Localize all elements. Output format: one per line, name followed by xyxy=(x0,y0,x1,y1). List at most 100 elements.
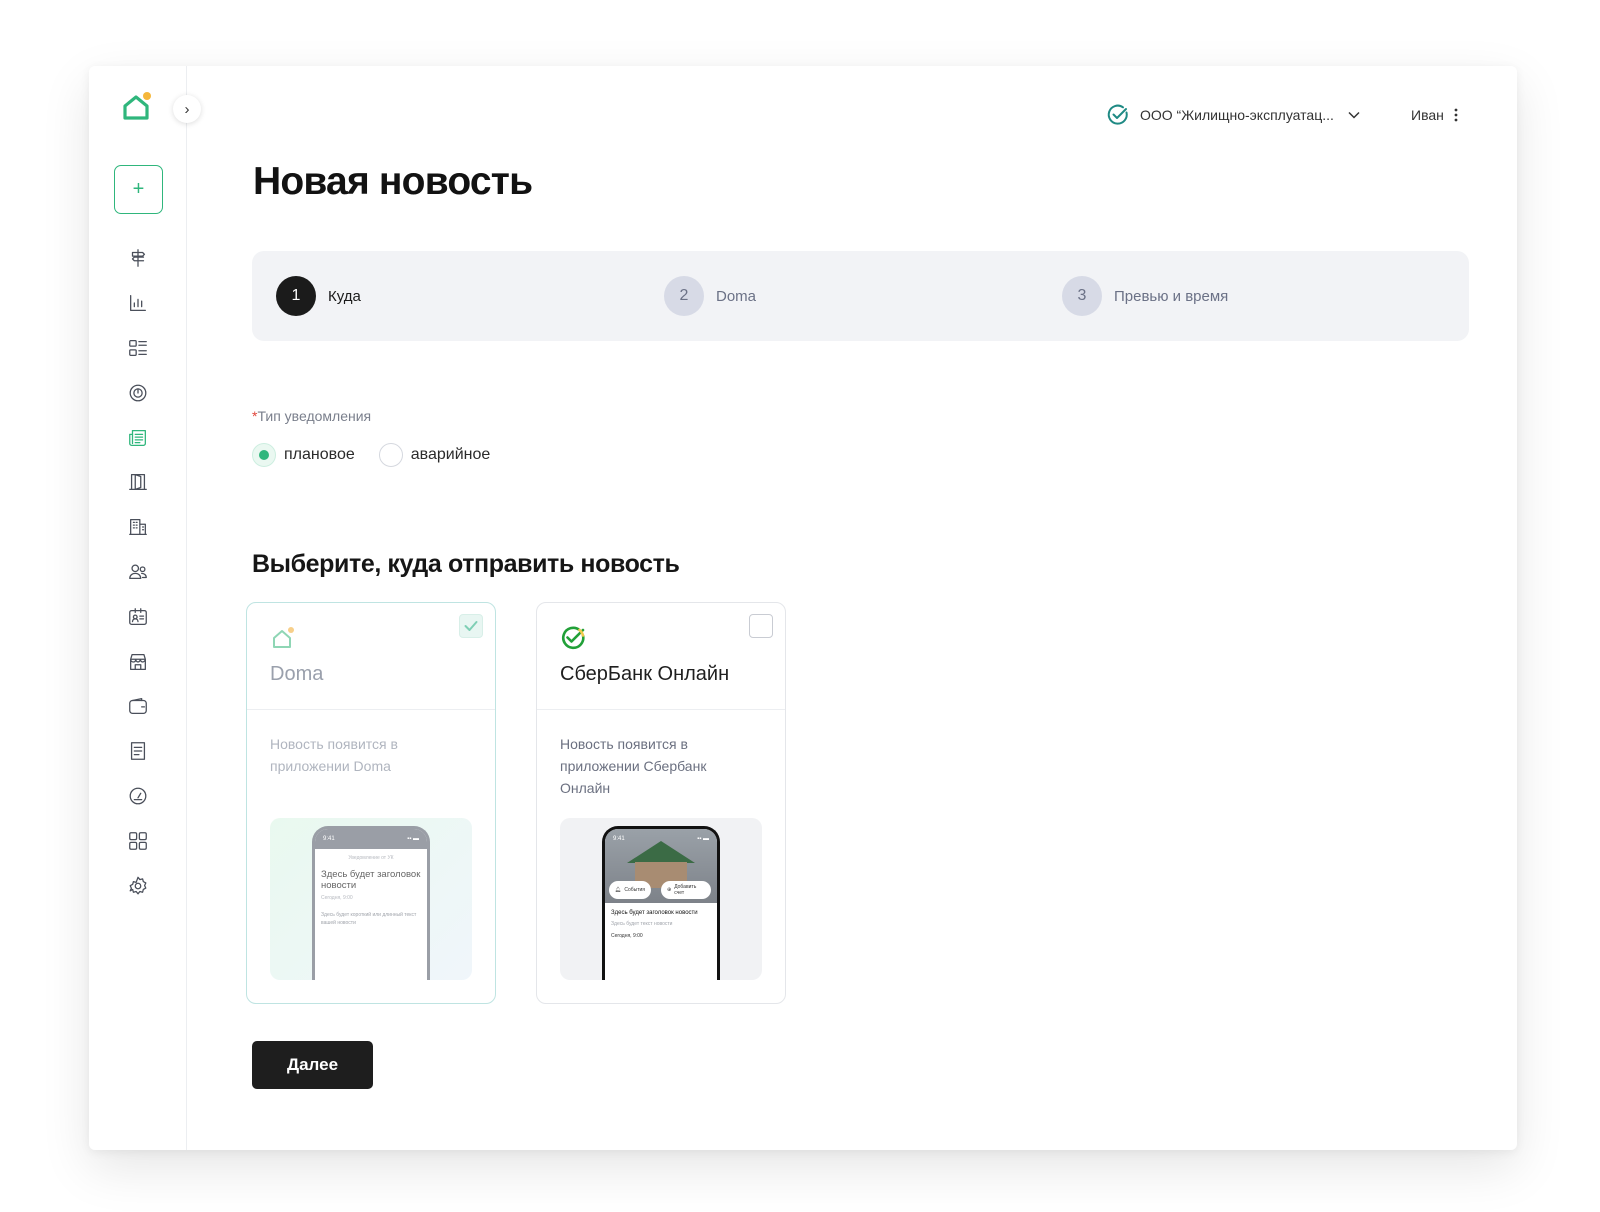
step-3[interactable]: 3 Превью и время xyxy=(1062,276,1228,316)
check-icon xyxy=(464,621,478,631)
sidebar-item-list[interactable] xyxy=(89,326,187,371)
doma-logo-icon xyxy=(273,627,294,648)
meter-icon xyxy=(129,384,147,402)
card-description: Новость появится в приложении Doma xyxy=(270,736,398,774)
sidebar-item-premises[interactable] xyxy=(89,460,187,505)
phone-body: Здесь будет короткий или длинный текст в… xyxy=(321,912,417,926)
plus-circle-icon: ⊕ xyxy=(667,887,672,893)
sidebar: › + xyxy=(89,66,201,1150)
card-checkbox[interactable] xyxy=(749,614,773,638)
phone-mockup: 9:41 ▪▪ ▬ 🔔︎ События ⊕ Добавить счет Зде… xyxy=(602,826,720,980)
phone-headline: Здесь будет заголовок новости xyxy=(321,869,421,891)
app-preview: 9:41 ▪▪ ▬ Уведомление от УК Здесь будет … xyxy=(270,818,472,980)
step-label: Превью и время xyxy=(1114,287,1229,305)
sidebar-item-residents[interactable] xyxy=(89,550,187,595)
signal-battery-icon: ▪▪ ▬ xyxy=(697,836,709,842)
radio-label: аварийное xyxy=(410,446,491,463)
building-icon xyxy=(129,519,147,536)
step-number: 1 xyxy=(276,276,316,316)
sidebar-item-buildings[interactable] xyxy=(89,505,187,550)
grid-icon xyxy=(129,831,147,850)
gear-icon xyxy=(129,876,147,894)
house-image: 9:41 ▪▪ ▬ 🔔︎ События ⊕ Добавить счет xyxy=(605,829,717,903)
check-circle-icon xyxy=(1107,104,1128,125)
phone-date: Сегодня, 9:00 xyxy=(611,933,643,939)
stepper: 1 Куда 2 Doma 3 Превью и время xyxy=(252,251,1469,341)
app-window: › + ООО “Жилищно-эксплуатац... Иван Нова… xyxy=(89,66,1517,1150)
wallet-icon xyxy=(129,698,147,715)
sber-logo-icon xyxy=(561,626,585,650)
phone-headline: Здесь будет заголовок новости xyxy=(611,910,698,916)
pill-label: Добавить счет xyxy=(674,884,697,896)
phone-date: Сегодня, 9:00 xyxy=(321,895,353,901)
chevron-down-icon xyxy=(1348,111,1360,119)
pill-label: События xyxy=(624,887,645,893)
document-icon xyxy=(130,742,146,761)
step-number: 2 xyxy=(664,276,704,316)
destination-card-doma[interactable]: Doma Новость появится в приложении Doma … xyxy=(246,602,496,1004)
user-name: Иван xyxy=(1411,107,1444,123)
card-title: СберБанк Онлайн xyxy=(560,663,730,685)
notification-type-radio-group: плановое аварийное xyxy=(252,443,490,467)
sidebar-item-meters[interactable] xyxy=(89,370,187,415)
organization-selector[interactable]: ООО “Жилищно-эксплуатац... xyxy=(1106,102,1360,128)
sidebar-item-news[interactable] xyxy=(89,415,187,460)
sidebar-item-readings[interactable] xyxy=(89,774,187,819)
card-header: СберБанк Онлайн xyxy=(537,603,785,710)
sidebar-item-payments[interactable] xyxy=(89,684,187,729)
sidebar-nav xyxy=(89,236,187,908)
signal-battery-icon: ▪▪ ▬ xyxy=(407,836,419,842)
phone-body: Здесь будет текст новости xyxy=(611,921,673,927)
destination-card-sber[interactable]: СберБанк Онлайн Новость появится в прило… xyxy=(536,602,786,1004)
radio-button[interactable] xyxy=(252,443,276,467)
step-2[interactable]: 2 Doma xyxy=(664,276,756,316)
phone-time: 9:41 xyxy=(613,836,625,842)
sidebar-item-marketplace[interactable] xyxy=(89,639,187,684)
phone-status-bar: 9:41 ▪▪ ▬ xyxy=(315,829,427,849)
step-label: Doma xyxy=(716,287,757,305)
list-icon xyxy=(129,340,147,356)
users-icon xyxy=(129,564,147,580)
add-account-pill: ⊕ Добавить счет xyxy=(661,881,711,899)
notification-type-label: *Тип уведомления xyxy=(252,408,371,424)
sidebar-collapse-button[interactable]: › xyxy=(173,95,201,123)
card-checkbox[interactable] xyxy=(459,614,483,638)
section-title: Выберите, куда отправить новость xyxy=(252,550,680,578)
radio-button[interactable] xyxy=(378,443,403,467)
phone-mockup: 9:41 ▪▪ ▬ Уведомление от УК Здесь будет … xyxy=(312,826,430,980)
newspaper-icon xyxy=(129,429,146,446)
bar-chart-icon xyxy=(130,295,146,312)
radio-planned[interactable]: плановое xyxy=(252,443,355,467)
radio-emergency[interactable]: аварийное xyxy=(378,443,491,467)
sidebar-item-employees[interactable] xyxy=(89,594,187,639)
step-number: 3 xyxy=(1062,276,1102,316)
sidebar-item-analytics[interactable] xyxy=(89,281,187,326)
next-button[interactable]: Далее xyxy=(252,1041,373,1089)
page-title: Новая новость xyxy=(253,160,533,203)
gauge-icon xyxy=(129,787,147,805)
door-icon xyxy=(129,474,147,491)
app-preview: 9:41 ▪▪ ▬ 🔔︎ События ⊕ Добавить счет Зде… xyxy=(560,818,762,980)
card-description: Новость появится в приложении Сбербанк О… xyxy=(560,736,707,796)
events-pill: 🔔︎ События xyxy=(609,881,651,899)
notification-type-label-text: Тип уведомления xyxy=(257,408,372,424)
organization-name: ООО “Жилищно-эксплуатац... xyxy=(1140,107,1334,123)
sidebar-item-signpost[interactable] xyxy=(89,236,187,281)
store-icon xyxy=(130,653,146,670)
sidebar-item-services[interactable] xyxy=(89,818,187,863)
sidebar-item-documents[interactable] xyxy=(89,729,187,774)
step-label: Куда xyxy=(328,287,361,305)
add-button[interactable]: + xyxy=(114,165,163,214)
user-menu[interactable]: Иван xyxy=(1411,102,1458,128)
house-roof xyxy=(627,841,695,863)
radio-label: плановое xyxy=(284,446,355,463)
id-card-icon xyxy=(129,607,147,625)
bell-icon: 🔔︎ xyxy=(615,887,622,893)
doma-logo-icon[interactable] xyxy=(121,90,151,124)
card-header: Doma xyxy=(247,603,495,710)
more-vertical-icon[interactable] xyxy=(1454,108,1458,122)
phone-time: 9:41 xyxy=(323,836,335,842)
signpost-icon xyxy=(131,249,146,268)
sidebar-item-settings[interactable] xyxy=(89,863,187,908)
step-1[interactable]: 1 Куда xyxy=(276,276,361,316)
